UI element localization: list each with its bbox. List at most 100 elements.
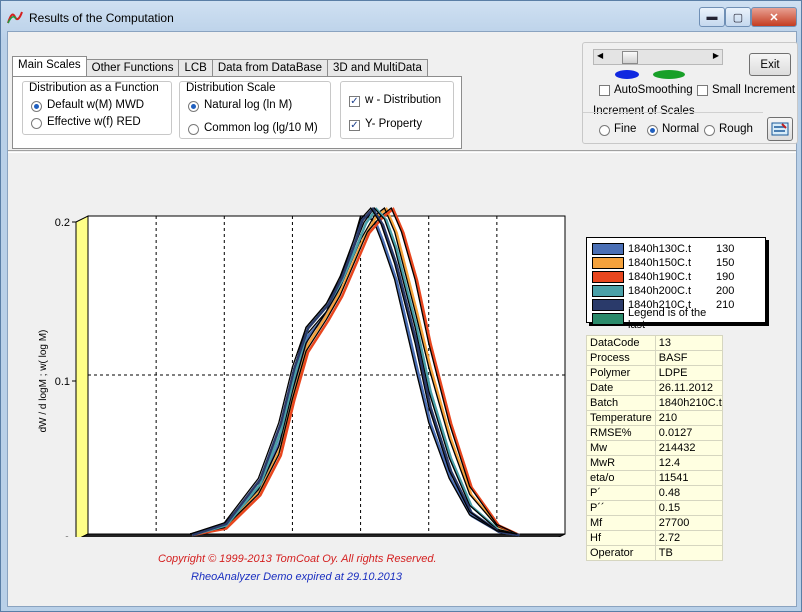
property-row: Temperature 210 — [586, 410, 723, 426]
property-key: Temperature — [586, 410, 656, 426]
close-button[interactable]: ✕ — [751, 7, 797, 27]
legend-swatch — [592, 256, 624, 269]
mwd-chart: 11.522.533.544.555.566.577.5800.10.2Mola… — [38, 206, 566, 537]
property-row: P´´ 0.15 — [586, 500, 723, 516]
demo-expired-text: RheoAnalyzer Demo expired at 29.10.2013 — [191, 571, 402, 583]
scroll-right-icon[interactable]: ▶ — [713, 51, 719, 60]
legend: 1840h130C.t 130 1840h150C.t 150 1840h190C.t 1… — [586, 237, 766, 331]
radio-label: Common log (lg/10 M) — [204, 122, 318, 134]
property-key: Mw — [586, 440, 656, 456]
legend-value: 150 — [716, 256, 735, 269]
y-tick-label: 0 — [64, 535, 70, 537]
property-row: Date 26.11.2012 — [586, 380, 723, 396]
radio-natural-log[interactable] — [188, 101, 199, 112]
property-row: P´ 0.48 — [586, 485, 723, 501]
plot-area — [87, 215, 566, 535]
property-value: 0.48 — [654, 485, 723, 501]
legend-swatch — [592, 312, 624, 325]
scroll-thumb[interactable] — [622, 51, 638, 64]
scroll-left-icon[interactable]: ◀ — [597, 51, 603, 60]
chart-left-wall — [75, 215, 89, 537]
separator — [8, 152, 796, 153]
property-key: Date — [586, 380, 656, 396]
checkbox-label: Y- Property — [365, 118, 423, 130]
auto-smoothing-checkbox[interactable] — [599, 85, 610, 96]
property-key: Hf — [586, 530, 656, 546]
property-key: Polymer — [586, 365, 656, 381]
radio-normal[interactable] — [647, 125, 658, 136]
radio-common-log[interactable] — [188, 124, 199, 135]
property-row: Hf 2.72 — [586, 530, 723, 546]
small-increment-checkbox[interactable] — [697, 85, 708, 96]
legend-swatch — [592, 242, 624, 255]
smoothing-scrollbar[interactable]: ◀ ▶ — [593, 49, 723, 65]
property-value: BASF — [654, 350, 723, 366]
separator — [8, 150, 796, 151]
property-value: LDPE — [654, 365, 723, 381]
radio-label: Natural log (ln M) — [204, 99, 293, 111]
checkbox-label: Small Increment — [712, 84, 796, 96]
radio-label: Rough — [719, 123, 753, 135]
title-bar[interactable]: Results of the Computation ▬ ▢ ✕ — [1, 1, 801, 33]
legend-entry: 1840h190C.t 190 — [592, 270, 734, 283]
settings-tool-button[interactable] — [767, 117, 793, 141]
radio-label: Normal — [662, 123, 700, 135]
display-options-group: ✓ w - Distribution ✓ Y- Property — [340, 81, 454, 139]
property-value: 214432 — [654, 440, 723, 456]
exit-button[interactable]: Exit — [749, 53, 791, 76]
property-key: DataCode — [586, 335, 656, 351]
increment-title: Increment of Scales — [591, 105, 697, 117]
property-row: Polymer LDPE — [586, 365, 723, 381]
window-title: Results of the Computation — [29, 11, 174, 25]
y-property-checkbox[interactable]: ✓ — [349, 120, 360, 131]
legend-name: 1840h190C.t — [628, 270, 691, 283]
client-area: Main Scales Other Functions LCB Data fro… — [7, 31, 798, 607]
legend-swatch — [592, 298, 624, 311]
group-title: Distribution Scale — [184, 82, 278, 94]
property-key: Process — [586, 350, 656, 366]
property-key: Batch — [586, 395, 656, 411]
radio-effective-red[interactable] — [31, 118, 42, 129]
radio-default-mwd[interactable] — [31, 101, 42, 112]
tools-icon — [771, 122, 789, 136]
w-distribution-checkbox[interactable]: ✓ — [349, 96, 360, 107]
legend-name: 1840h150C.t — [628, 256, 691, 269]
property-key: MwR — [586, 455, 656, 471]
radio-label: Default w(M) MWD — [47, 99, 145, 111]
property-row: Operator TB — [586, 545, 723, 561]
maximize-button[interactable]: ▢ — [725, 7, 751, 27]
property-key: eta/o — [586, 470, 656, 486]
radio-fine[interactable] — [599, 125, 610, 136]
property-key: Mf — [586, 515, 656, 531]
property-value: 13 — [654, 335, 723, 351]
legend-name: Legend is of the last — [628, 306, 707, 331]
property-key: P´´ — [586, 500, 656, 516]
legend-entry: Legend is of the last — [592, 307, 716, 331]
legend-entry: 1840h200C.t 200 — [592, 284, 734, 297]
legend-swatch — [592, 284, 624, 297]
property-key: P´ — [586, 485, 656, 501]
legend-entry: 1840h130C.t 130 — [592, 242, 734, 255]
property-value: 11541 — [654, 470, 723, 486]
radio-rough[interactable] — [704, 125, 715, 136]
distribution-function-group: Distribution as a Function Default w(M) … — [22, 81, 172, 135]
blue-ellipse-icon — [615, 70, 639, 79]
property-value: 12.4 — [654, 455, 723, 471]
property-key: Operator — [586, 545, 656, 561]
app-window: Results of the Computation ▬ ▢ ✕ Main Sc… — [0, 0, 802, 612]
property-value: TB — [654, 545, 723, 561]
radio-label: Fine — [614, 123, 637, 135]
divider — [583, 112, 763, 113]
legend-value: 190 — [716, 270, 735, 283]
minimize-button[interactable]: ▬ — [699, 7, 725, 27]
legend-swatch — [592, 270, 624, 283]
property-row: RMSE% 0.0127 — [586, 425, 723, 441]
close-icon: ✕ — [769, 11, 779, 24]
property-row: Mw 214432 — [586, 440, 723, 456]
legend-name: 1840h130C.t — [628, 242, 691, 255]
property-row: eta/o 11541 — [586, 470, 723, 486]
property-value: 27700 — [654, 515, 723, 531]
legend-entry: 1840h150C.t 150 — [592, 256, 734, 269]
right-controls-group: ◀ ▶ Exit AutoSmoothing Small Increment I… — [582, 42, 798, 144]
property-value: 210 — [654, 410, 723, 426]
